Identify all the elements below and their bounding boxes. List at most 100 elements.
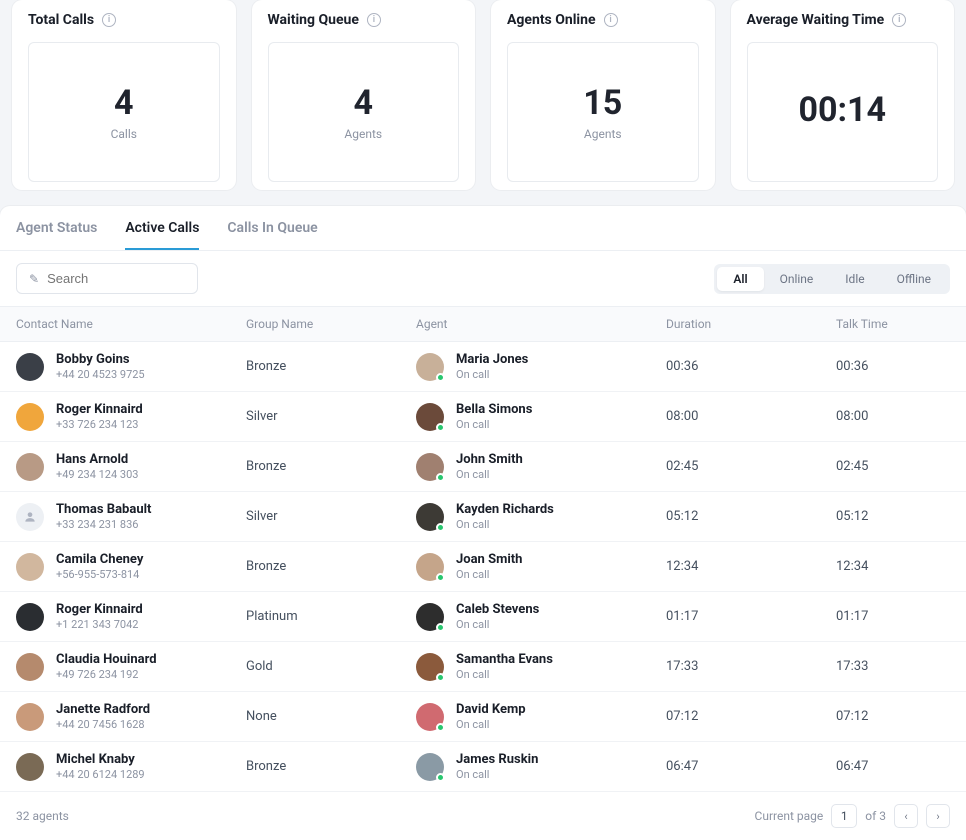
info-icon[interactable]: i xyxy=(604,13,618,27)
stat-value: 4 xyxy=(353,83,373,123)
agent-avatar xyxy=(416,403,444,431)
info-icon[interactable]: i xyxy=(102,13,116,27)
contact-name: Bobby Goins xyxy=(56,352,145,367)
agent-name: James Ruskin xyxy=(456,752,538,767)
group-name: Bronze xyxy=(246,459,416,474)
contact-name: Michel Knaby xyxy=(56,752,145,767)
talk-time: 17:33 xyxy=(836,659,950,674)
agent-name: John Smith xyxy=(456,452,523,467)
status-dot-icon xyxy=(436,773,445,782)
agent-name: Kayden Richards xyxy=(456,502,554,517)
contact-phone: +56-955-573-814 xyxy=(56,568,143,581)
table-row[interactable]: Michel Knaby +44 20 6124 1289 Bronze Jam… xyxy=(0,742,966,792)
pager: Current page 1 of 3 ‹ › xyxy=(755,804,950,828)
prev-page-button[interactable]: ‹ xyxy=(894,804,918,828)
search-box[interactable]: ✎ xyxy=(16,263,198,294)
table-row[interactable]: Roger Kinnaird +1 221 343 7042 Platinum … xyxy=(0,592,966,642)
stat-card: Total Calls i 4 Calls xyxy=(12,0,236,190)
status-dot-icon xyxy=(436,423,445,432)
filter-online[interactable]: Online xyxy=(764,267,830,291)
group-name: Platinum xyxy=(246,609,416,624)
contact-phone: +33 234 231 836 xyxy=(56,518,151,531)
tab-calls-in-queue[interactable]: Calls In Queue xyxy=(227,220,317,250)
contact-phone: +44 20 7456 1628 xyxy=(56,718,150,731)
contact-avatar xyxy=(16,503,44,531)
agent-count: 32 agents xyxy=(16,809,69,823)
table-row[interactable]: Janette Radford +44 20 7456 1628 None Da… xyxy=(0,692,966,742)
talk-time: 12:34 xyxy=(836,559,950,574)
column-header: Talk Time xyxy=(836,317,950,331)
agent-avatar xyxy=(416,353,444,381)
agent-status: On call xyxy=(456,418,532,431)
contact-avatar xyxy=(16,453,44,481)
contact-name: Roger Kinnaird xyxy=(56,402,143,417)
duration: 01:17 xyxy=(666,609,836,624)
duration: 06:47 xyxy=(666,759,836,774)
stat-card: Waiting Queue i 4 Agents xyxy=(252,0,476,190)
agent-name: David Kemp xyxy=(456,702,526,717)
talk-time: 05:12 xyxy=(836,509,950,524)
agent-avatar xyxy=(416,503,444,531)
column-header: Group Name xyxy=(246,317,416,331)
stat-value: 4 xyxy=(114,83,134,123)
agent-avatar xyxy=(416,703,444,731)
contact-phone: +1 221 343 7042 xyxy=(56,618,143,631)
filter-idle[interactable]: Idle xyxy=(829,267,880,291)
status-dot-icon xyxy=(436,373,445,382)
talk-time: 01:17 xyxy=(836,609,950,624)
search-input[interactable] xyxy=(47,271,185,286)
status-dot-icon xyxy=(436,673,445,682)
table-row[interactable]: Camila Cheney +56-955-573-814 Bronze Joa… xyxy=(0,542,966,592)
status-dot-icon xyxy=(436,573,445,582)
agent-avatar xyxy=(416,453,444,481)
stat-title: Waiting Queue xyxy=(268,12,359,28)
table-row[interactable]: Roger Kinnaird +33 726 234 123 Silver Be… xyxy=(0,392,966,442)
contact-name: Thomas Babault xyxy=(56,502,151,517)
stat-card: Agents Online i 15 Agents xyxy=(491,0,715,190)
contact-avatar xyxy=(16,603,44,631)
talk-time: 08:00 xyxy=(836,409,950,424)
contact-avatar xyxy=(16,653,44,681)
talk-time: 06:47 xyxy=(836,759,950,774)
tab-active-calls[interactable]: Active Calls xyxy=(125,220,199,250)
group-name: Silver xyxy=(246,509,416,524)
status-dot-icon xyxy=(436,623,445,632)
contact-avatar xyxy=(16,753,44,781)
status-dot-icon xyxy=(436,473,445,482)
page-number-input[interactable]: 1 xyxy=(831,804,857,828)
stat-title: Agents Online xyxy=(507,12,596,28)
stat-title: Total Calls xyxy=(28,12,94,28)
table-row[interactable]: Hans Arnold +49 234 124 303 Bronze John … xyxy=(0,442,966,492)
current-page-label: Current page xyxy=(755,809,824,823)
agent-name: Joan Smith xyxy=(456,552,522,567)
info-icon[interactable]: i xyxy=(367,13,381,27)
group-name: Silver xyxy=(246,409,416,424)
info-icon[interactable]: i xyxy=(892,13,906,27)
agent-name: Maria Jones xyxy=(456,352,528,367)
tab-agent-status[interactable]: Agent Status xyxy=(16,220,97,250)
contact-name: Camila Cheney xyxy=(56,552,143,567)
status-dot-icon xyxy=(436,523,445,532)
table-row[interactable]: Thomas Babault +33 234 231 836 Silver Ka… xyxy=(0,492,966,542)
contact-name: Hans Arnold xyxy=(56,452,138,467)
filter-all[interactable]: All xyxy=(717,267,763,291)
stat-label: Calls xyxy=(111,127,137,141)
agent-status: On call xyxy=(456,468,523,481)
next-page-button[interactable]: › xyxy=(926,804,950,828)
stat-value: 15 xyxy=(583,83,622,123)
stat-value: 00:14 xyxy=(798,90,886,130)
table-row[interactable]: Claudia Houinard +49 726 234 192 Gold Sa… xyxy=(0,642,966,692)
contact-phone: +33 726 234 123 xyxy=(56,418,143,431)
stat-label: Agents xyxy=(344,127,382,141)
search-icon: ✎ xyxy=(29,272,39,286)
duration: 05:12 xyxy=(666,509,836,524)
stat-title: Average Waiting Time xyxy=(747,12,885,28)
agent-avatar xyxy=(416,753,444,781)
table-row[interactable]: Bobby Goins +44 20 4523 9725 Bronze Mari… xyxy=(0,342,966,392)
status-filter: AllOnlineIdleOffline xyxy=(714,264,950,294)
talk-time: 00:36 xyxy=(836,359,950,374)
filter-offline[interactable]: Offline xyxy=(881,267,947,291)
contact-name: Roger Kinnaird xyxy=(56,602,143,617)
agent-avatar xyxy=(416,603,444,631)
contact-avatar xyxy=(16,703,44,731)
